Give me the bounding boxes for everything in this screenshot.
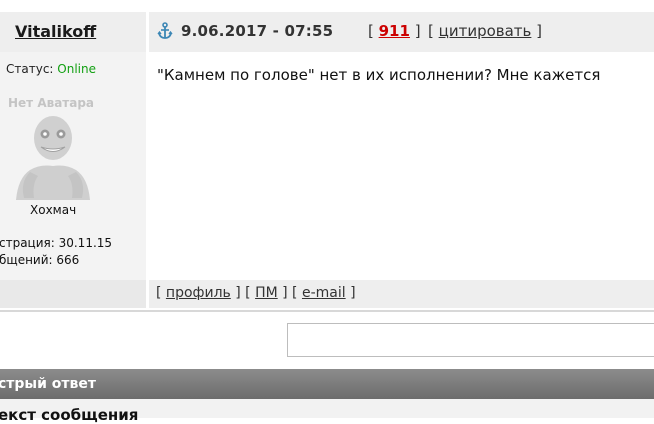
profile-link[interactable]: профиль xyxy=(166,285,231,301)
author-username-link[interactable]: Vitalikoff xyxy=(15,22,96,41)
footer-links: [ профиль ] [ ПМ ] [ e-mail ] xyxy=(156,285,356,301)
quick-input-field[interactable] xyxy=(287,323,654,357)
separator-line xyxy=(0,310,654,312)
status-value: Online xyxy=(57,62,97,76)
quick-reply-title: стрый ответ xyxy=(0,376,96,392)
quote-link[interactable]: цитировать xyxy=(439,22,532,40)
registration-date: страция: 30.11.15 xyxy=(0,236,113,250)
anchor-icon[interactable] xyxy=(157,22,173,40)
post-count: бщений: 666 xyxy=(0,253,80,267)
message-section-label: екст сообщения xyxy=(0,406,139,424)
status-label: Статус: xyxy=(6,62,54,76)
quote-group: [ цитировать ] xyxy=(428,22,543,40)
avatar-placeholder-icon xyxy=(16,116,90,200)
email-link[interactable]: e-mail xyxy=(302,285,346,301)
no-avatar-label: Нет Аватара xyxy=(8,96,95,110)
footer-left-cell xyxy=(0,280,146,308)
quick-reply-bar xyxy=(0,369,654,399)
pm-link[interactable]: ПМ xyxy=(255,285,278,301)
post-number-link[interactable]: 911 xyxy=(379,22,410,40)
post-number-group: [ 911 ] xyxy=(368,22,421,40)
status-row: Статус: Online xyxy=(6,62,96,76)
post-date: 9.06.2017 - 07:55 xyxy=(181,22,334,40)
author-nickname: Хохмач xyxy=(30,203,77,217)
post-body xyxy=(149,52,654,280)
post-message-text: "Камнем по голове" нет в их исполнении? … xyxy=(157,66,601,84)
